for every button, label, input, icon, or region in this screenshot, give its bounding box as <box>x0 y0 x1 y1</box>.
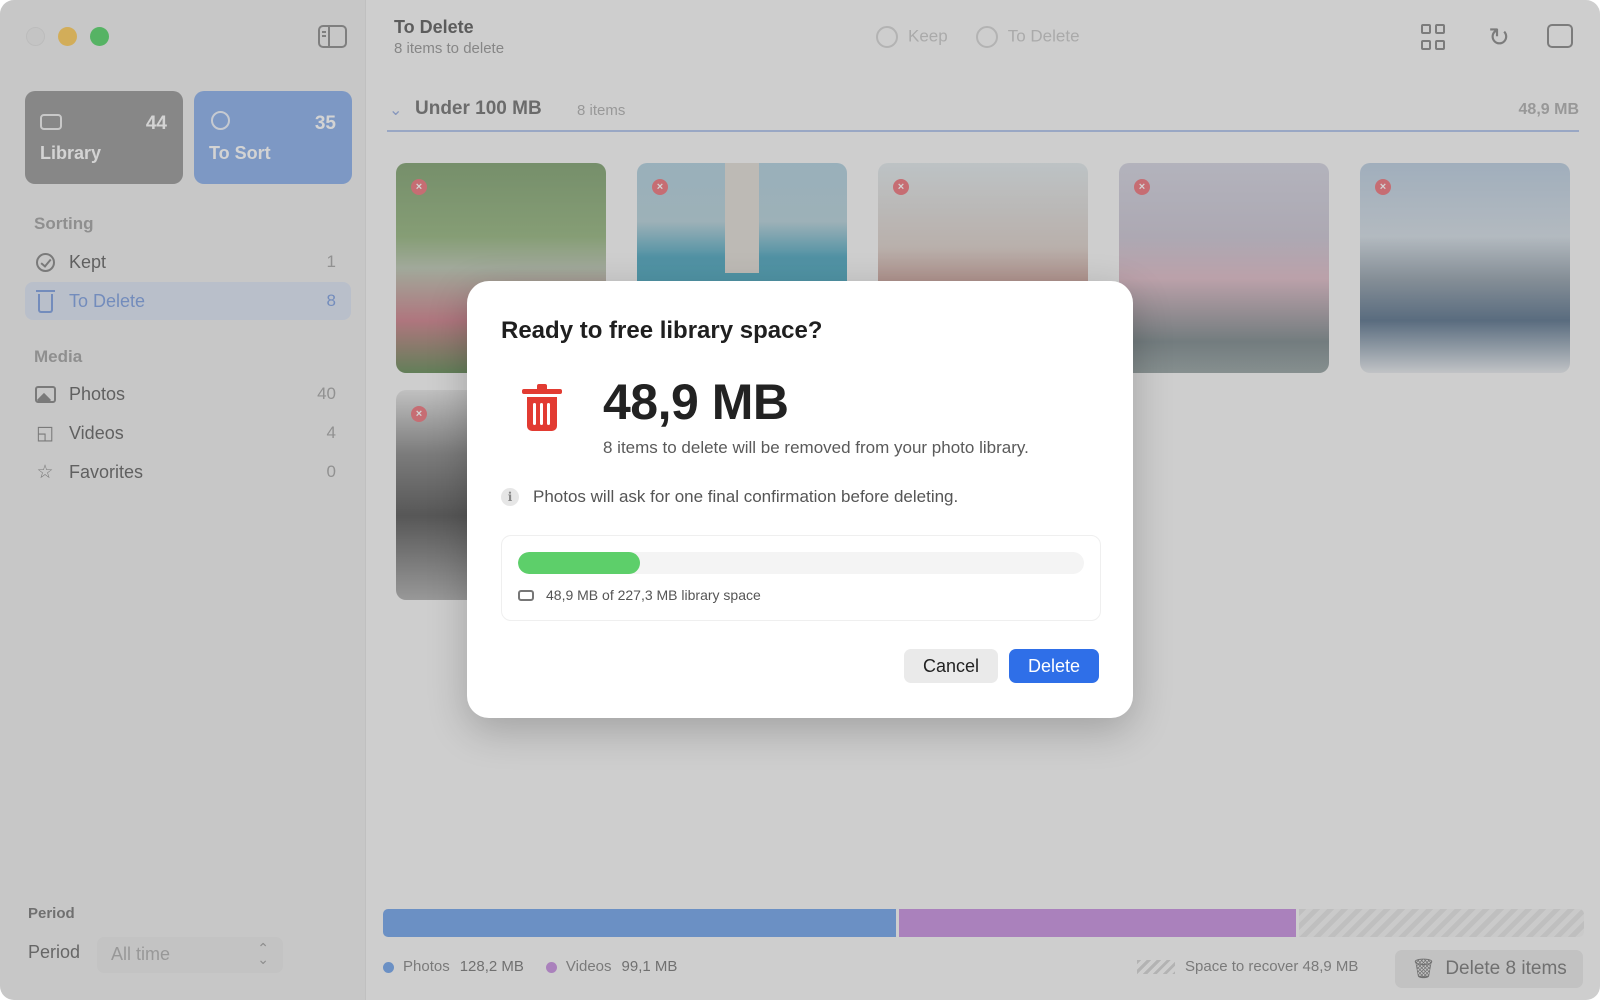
confirmation-note-text: Photos will ask for one final confirmati… <box>533 487 959 506</box>
trash-icon <box>522 384 562 431</box>
confirmation-note: i Photos will ask for one final confirma… <box>501 487 958 507</box>
dialog-title: Ready to free library space? <box>501 317 823 344</box>
delete-button[interactable]: Delete <box>1009 649 1099 683</box>
dialog-description: 8 items to delete will be removed from y… <box>603 438 1029 457</box>
confirm-delete-dialog: Ready to free library space? 48,9 MB 8 i… <box>467 281 1133 718</box>
library-space-caption: 48,9 MB of 227,3 MB library space <box>518 587 761 603</box>
library-space-panel: 48,9 MB of 227,3 MB library space <box>501 535 1101 621</box>
space-size: 48,9 MB <box>603 374 789 430</box>
library-space-progress-fill <box>518 552 640 574</box>
library-space-progress <box>518 552 1084 574</box>
info-icon: i <box>501 488 519 506</box>
app-window: 44 Library 35 To Sort Sorting Kept 1 To … <box>0 0 1600 1000</box>
disk-icon <box>518 589 534 601</box>
library-space-caption-text: 48,9 MB of 227,3 MB library space <box>546 587 761 603</box>
cancel-button[interactable]: Cancel <box>904 649 998 683</box>
